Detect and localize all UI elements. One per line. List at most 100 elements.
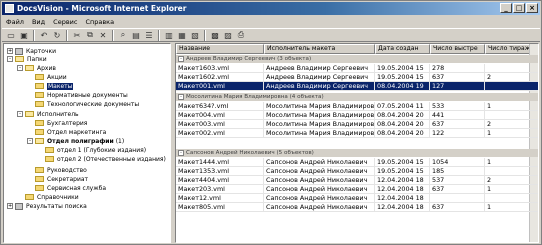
properties-icon[interactable]: ▤ xyxy=(130,29,142,41)
tree-item[interactable]: Отдел маркетинга xyxy=(27,128,106,136)
report-icon[interactable]: ▨ xyxy=(222,29,234,41)
folder-icon xyxy=(35,185,44,191)
tree-item[interactable]: Бухгалтерия xyxy=(27,119,87,127)
folder-icon[interactable]: ▥ xyxy=(163,29,175,41)
table-row[interactable]: Макет001.vml Андреев Владимир Сергеевич 08… xyxy=(176,82,538,91)
menu-tools[interactable]: Сервис xyxy=(53,18,77,26)
minimize-button[interactable]: _ xyxy=(500,3,512,13)
folder-icon xyxy=(35,167,44,173)
tree-item[interactable]: Сервисная служба xyxy=(27,184,106,192)
tree-item-label: Архив xyxy=(37,64,56,72)
table-row[interactable]: Макет203.vml Сапсонов Андрей Николаевич 12… xyxy=(176,185,538,194)
card-icon[interactable]: ▦ xyxy=(176,29,188,41)
expand-icon[interactable]: + xyxy=(7,203,13,209)
table-cell: 1 xyxy=(485,102,538,110)
expand-icon[interactable]: + xyxy=(7,48,13,54)
table-cell: Андреев Владимир Сергеевич xyxy=(264,82,375,90)
tree-item-label: отдел 2 (Отечественные издания) xyxy=(57,155,166,163)
tree-item[interactable]: Нормативные документы xyxy=(27,91,128,99)
new-icon[interactable]: ▭ xyxy=(5,29,17,41)
table-cell: 1 xyxy=(485,129,538,137)
table-cell: Макет1602.vml xyxy=(176,73,264,81)
search-icon[interactable]: ⌕ xyxy=(117,29,129,41)
tree-item-label: Акции xyxy=(47,73,67,81)
tree-item[interactable]: отдел 1 (Глубокие издания) xyxy=(37,146,146,154)
tree-item[interactable]: Макеты xyxy=(27,82,74,90)
table-cell: 07.05.2004 11 xyxy=(375,102,430,110)
table-cell: 185 xyxy=(430,167,485,175)
table-row[interactable]: Макет805.vml Сапсонов Андрей Николаевич 12… xyxy=(176,203,538,212)
table-cell: 08.04.2004 20 xyxy=(375,129,430,137)
tree-item[interactable]: отдел 2 (Отечественные издания) xyxy=(37,155,166,163)
view-icon[interactable]: ▧ xyxy=(189,29,201,41)
grid-icon[interactable]: ▩ xyxy=(209,29,221,41)
table-cell: Макет4404.vml xyxy=(176,176,264,184)
collapse-icon[interactable]: - xyxy=(27,138,33,144)
menu-file[interactable]: Файл xyxy=(6,18,24,26)
cut-icon[interactable]: ✂ xyxy=(71,29,83,41)
table-row[interactable]: Макет1602.vml Андреев Владимир Сергеевич 1… xyxy=(176,73,538,82)
menu-view[interactable]: Вид xyxy=(32,18,45,26)
table-row[interactable]: Макет004.vml Мосолитина Мария Владимировн… xyxy=(176,111,538,120)
tree-item[interactable]: + Карточки xyxy=(7,47,56,55)
tree-item-label: отдел 1 (Глубокие издания) xyxy=(57,146,147,154)
collapse-icon[interactable]: - xyxy=(178,150,184,156)
tree-item[interactable]: - Архив xyxy=(17,64,56,72)
table-row[interactable]: Макет1444.vml Сапсонов Андрей Николаевич 1… xyxy=(176,158,538,167)
collapse-icon[interactable]: - xyxy=(178,94,184,100)
table-cell xyxy=(485,167,538,175)
tree-item[interactable]: Справочники xyxy=(17,193,79,201)
group-label: Мосолитина Мария Владимировна (4 объекта… xyxy=(186,94,324,100)
close-button[interactable]: × xyxy=(526,3,538,13)
maximize-button[interactable]: □ xyxy=(513,3,525,13)
delete-icon[interactable]: ✕ xyxy=(97,29,109,41)
tree-item[interactable]: + Результаты поиска xyxy=(7,202,87,210)
tree-item-label: Исполнитель xyxy=(37,110,79,118)
table-row[interactable]: Макет4404.vml Сапсонов Андрей Николаевич 1… xyxy=(176,176,538,185)
column-header-created[interactable]: Дата создан xyxy=(375,44,430,54)
tree-item[interactable]: - Отдел полиграфии (1) xyxy=(27,137,124,145)
collapse-icon[interactable]: - xyxy=(17,65,23,71)
table-cell: Сапсонов Андрей Николаевич xyxy=(264,203,375,211)
group-row[interactable]: - Мосолитина Мария Владимировна (4 объект… xyxy=(176,93,538,101)
table-cell: 533 xyxy=(430,102,485,110)
table-cell xyxy=(485,111,538,119)
menu-help[interactable]: Справка xyxy=(85,18,114,26)
tree-item[interactable]: Технологические документы xyxy=(27,100,139,108)
table-cell: Мосолитина Мария Владимировна xyxy=(266,120,375,128)
list-view-icon[interactable]: ☰ xyxy=(143,29,155,41)
table-row[interactable]: Макет634?.vml Мосолитина Мария Владимиров… xyxy=(176,102,538,111)
group-row[interactable]: - Сапсонов Андрей Николаевич (5 объектов) xyxy=(176,149,538,157)
column-header-issues[interactable]: Число выстре xyxy=(430,44,485,54)
copy-icon[interactable]: ⧉ xyxy=(84,29,96,41)
column-header-executor[interactable]: Исполнитель макета xyxy=(264,44,375,54)
table-cell xyxy=(430,194,485,202)
table-cell: Макет1353.vml xyxy=(176,167,264,175)
collapse-icon[interactable]: - xyxy=(178,56,184,62)
tree-item[interactable]: Акции xyxy=(27,73,67,81)
table-cell: 637 xyxy=(430,203,485,211)
print-icon[interactable]: ⎙ xyxy=(235,29,247,41)
table-row[interactable]: Макет1603.vml Андреев Владимир Сергеевич 1… xyxy=(176,64,538,73)
cabinet-icon xyxy=(15,202,23,210)
column-header-name[interactable]: Название xyxy=(176,44,264,54)
tree-item[interactable]: - Исполнитель xyxy=(17,110,79,118)
tree-item-label: Сервисная служба xyxy=(47,184,107,192)
table-row[interactable]: Макет1353.vml Сапсонов Андрей Николаевич 1… xyxy=(176,167,538,176)
collapse-icon[interactable]: - xyxy=(7,56,13,62)
group-row[interactable]: - Андреев Владимир Сергеевич (3 объекта) xyxy=(176,55,538,63)
open-icon[interactable]: ▣ xyxy=(18,29,30,41)
tree-item[interactable]: - Папки xyxy=(7,55,47,63)
back-icon[interactable]: ↶ xyxy=(38,29,50,41)
tree-item[interactable]: Секретариат xyxy=(27,175,88,183)
refresh-icon[interactable]: ↻ xyxy=(51,29,63,41)
table-row[interactable]: Макет12.vml Сапсонов Андрей Николаевич 12.… xyxy=(176,194,538,203)
table-row[interactable]: Макет002.vml Мосолитина Мария Владимировн… xyxy=(176,129,538,138)
tree-item[interactable]: Руководство xyxy=(27,166,87,174)
table-cell: Мосолитина Мария Владимировна xyxy=(266,129,375,137)
collapse-icon[interactable]: - xyxy=(17,111,23,117)
table-cell: Макет003.vml xyxy=(176,120,264,128)
table-row[interactable]: Макет003.vml Мосолитина Мария Владимировн… xyxy=(176,120,538,129)
table-cell: 12.04.2004 18 xyxy=(375,194,430,202)
table-cell: 08.04.2004 20 xyxy=(375,120,430,128)
